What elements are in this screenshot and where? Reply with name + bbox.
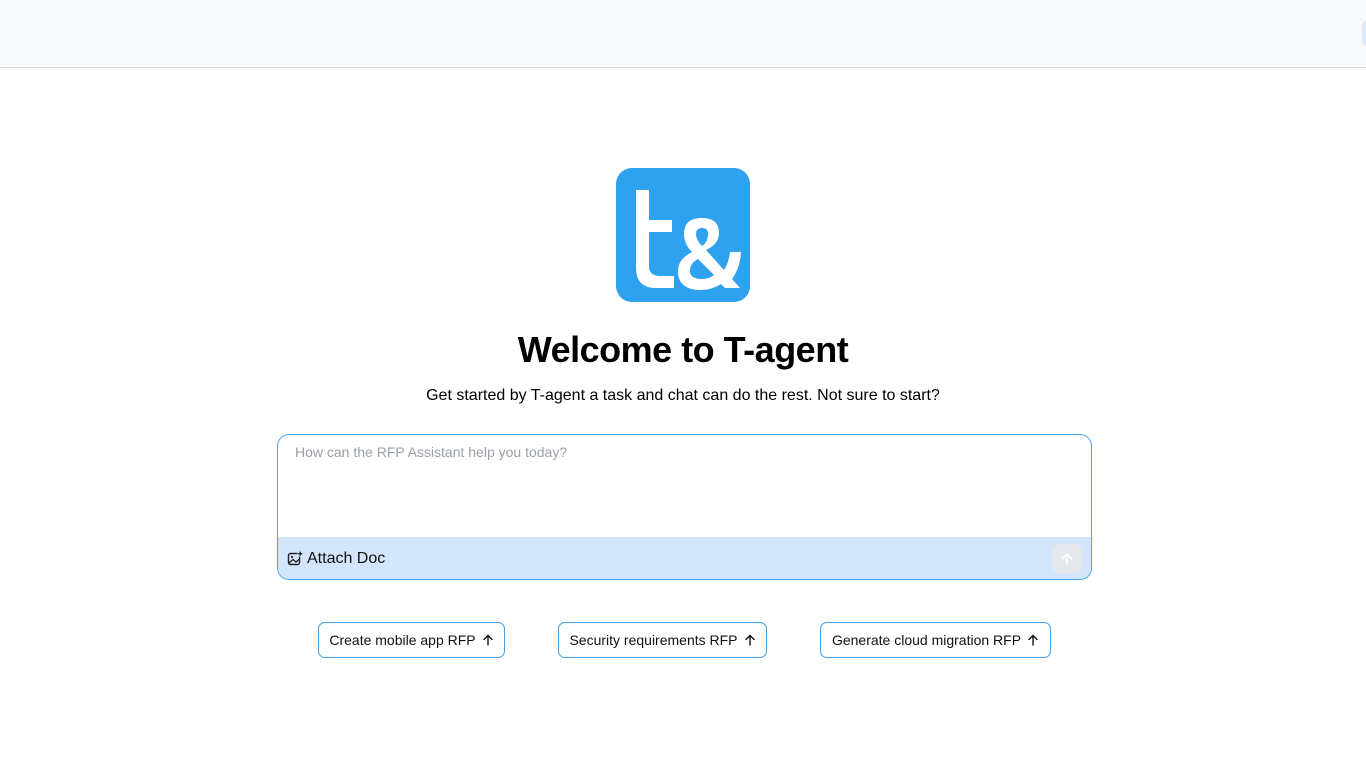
- arrow-up-icon: [1028, 634, 1038, 646]
- user-avatar[interactable]: [1362, 18, 1366, 48]
- attach-doc-button[interactable]: Attach Doc: [287, 548, 385, 570]
- composer-toolbar: Attach Doc: [278, 537, 1091, 579]
- send-button[interactable]: [1052, 544, 1082, 574]
- suggestion-label: Generate cloud migration RFP: [831, 632, 1022, 648]
- image-plus-icon: [287, 551, 303, 566]
- suggestion-generate-cloud-migration-rfp[interactable]: Generate cloud migration RFP: [820, 622, 1051, 658]
- logo-icon: [636, 190, 741, 290]
- page-title: Welcome to T-agent: [517, 329, 849, 370]
- arrow-up-icon: [1061, 553, 1073, 565]
- suggestion-label: Create mobile app RFP: [329, 632, 476, 648]
- arrow-up-icon: [744, 634, 755, 646]
- t-agent-logo: [616, 168, 750, 302]
- suggestion-create-mobile-app-rfp[interactable]: Create mobile app RFP: [318, 622, 505, 658]
- attach-doc-label: Attach Doc: [307, 550, 386, 567]
- prompt-input[interactable]: [278, 435, 1091, 537]
- suggestion-security-requirements-rfp[interactable]: Security requirements RFP: [558, 622, 767, 658]
- top-bar: [0, 0, 1366, 68]
- arrow-up-icon: [482, 634, 493, 646]
- suggestion-label: Security requirements RFP: [569, 632, 738, 648]
- page-subtitle: Get started by T-agent a task and chat c…: [426, 387, 940, 404]
- prompt-composer: Attach Doc: [277, 434, 1092, 580]
